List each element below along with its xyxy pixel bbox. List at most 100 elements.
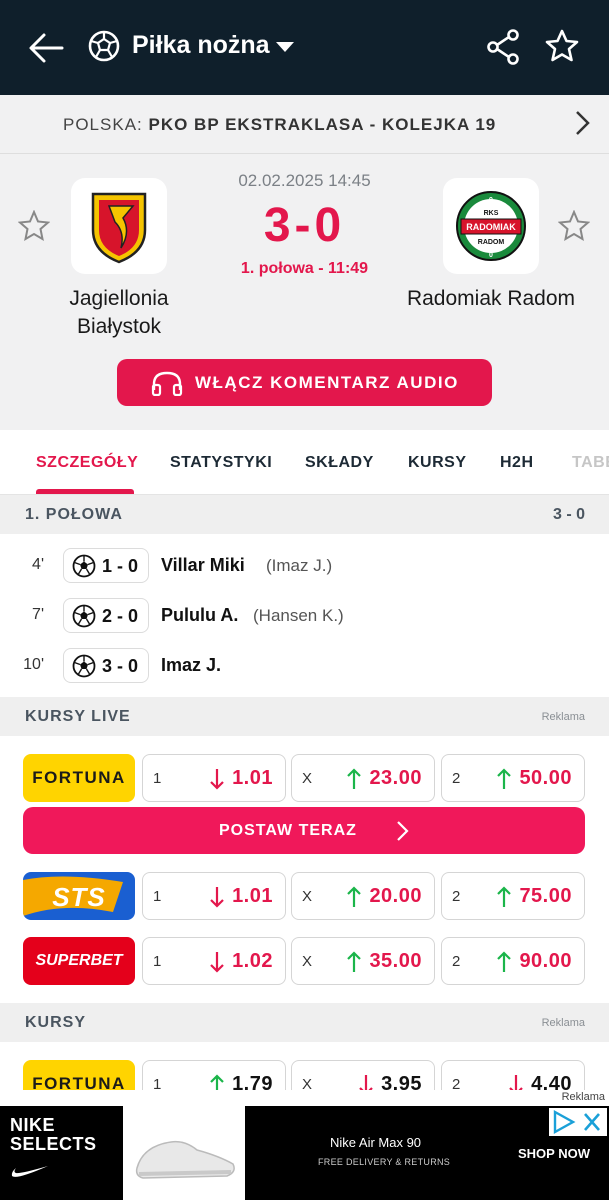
banner-shoe-image	[123, 1106, 245, 1200]
home-team-name-line1: Jagiellonia	[69, 287, 169, 310]
arrow-up-icon	[347, 768, 361, 789]
sport-title[interactable]: Piłka nożna	[132, 31, 270, 60]
ad-choices-icon[interactable]	[549, 1108, 607, 1136]
home-team-name[interactable]: Jagiellonia Białystok	[46, 285, 192, 341]
league-country: POLSKA:	[63, 115, 143, 134]
tab-table[interactable]: TABE	[572, 454, 609, 472]
event-minute: 10'	[23, 656, 44, 673]
odd-value: 20.00	[369, 885, 422, 907]
banner-brand: NIKE SELECTS	[10, 1116, 97, 1154]
sport-dropdown-caret-icon[interactable]	[276, 42, 294, 52]
odds-row-fortuna-prematch: FORTUNA 1 1.79 X 3.95 2 4.40	[0, 1060, 609, 1090]
odd-value: 1.01	[232, 767, 273, 789]
odd-key: 1	[153, 953, 162, 970]
audio-commentary-button[interactable]: WŁĄCZ KOMENTARZ AUDIO	[117, 359, 492, 406]
odd-draw[interactable]: X 3.95	[291, 1060, 435, 1090]
banner-cta[interactable]: SHOP NOW	[518, 1146, 590, 1161]
odd-draw[interactable]: X 20.00	[291, 872, 435, 920]
share-icon[interactable]	[486, 28, 520, 66]
prematch-odds-ad-label: Reklama	[541, 1017, 585, 1029]
odds-row-sts: STS 1 1.01 X 20.00 2 75.00	[0, 872, 609, 920]
favorite-star-icon[interactable]	[544, 28, 580, 64]
odd-away[interactable]: 2 90.00	[441, 937, 585, 985]
tab-lineups[interactable]: SKŁADY	[305, 454, 374, 472]
league-row[interactable]: POLSKA: PKO BP EKSTRAKLASA - KOLEJKA 19	[0, 95, 609, 228]
prematch-odds-clip: FORTUNA 1 1.79 X 3.95 2 4.40	[0, 1060, 609, 1090]
superbet-logo[interactable]: SUPERBET	[23, 937, 135, 985]
odd-home[interactable]: 1 1.79	[142, 1060, 286, 1090]
odd-draw[interactable]: X 23.00	[291, 754, 435, 802]
home-favorite-star-icon[interactable]	[18, 210, 50, 242]
arrow-down-icon	[509, 1075, 523, 1090]
match-datetime: 02.02.2025 14:45	[238, 171, 371, 190]
tab-statistics[interactable]: STATYSTYKI	[170, 454, 272, 472]
goal-event: 7' 2 - 0 Pululu A. (Hansen K.)	[0, 594, 609, 638]
away-team-name[interactable]: Radomiak Radom	[395, 285, 587, 313]
odd-home[interactable]: 1 1.02	[142, 937, 286, 985]
event-player[interactable]: Pululu A.	[161, 605, 238, 626]
odd-away[interactable]: 2 75.00	[441, 872, 585, 920]
home-team-name-line2: Białystok	[76, 315, 162, 338]
away-badge-bottom: RADOM	[478, 239, 505, 246]
match-period: 1. połowa - 11:49	[240, 260, 369, 277]
odd-value: 90.00	[519, 950, 572, 972]
bookie-name: STS	[52, 882, 106, 912]
banner-ad-label: Reklama	[561, 1091, 605, 1103]
goal-event: 10' 3 - 0 Imaz J.	[0, 644, 609, 688]
bookie-name: SUPERBET	[35, 952, 123, 969]
goal-ball-icon	[72, 654, 96, 678]
odd-home[interactable]: 1 1.01	[142, 754, 286, 802]
first-half-label: 1. POŁOWA	[25, 506, 123, 523]
sts-logo[interactable]: STS	[23, 872, 135, 920]
odd-home[interactable]: 1 1.01	[142, 872, 286, 920]
home-team-logo[interactable]	[71, 178, 167, 274]
chevron-right-icon[interactable]	[572, 109, 592, 137]
odd-draw[interactable]: X 35.00	[291, 937, 435, 985]
away-team-logo[interactable]: RADOMIAK RKS RADOM 9 0	[443, 178, 539, 274]
tab-h2h[interactable]: H2H	[500, 454, 534, 472]
odd-key: X	[302, 1076, 313, 1090]
event-player[interactable]: Villar Miki	[161, 555, 245, 576]
odd-away[interactable]: 2 50.00	[441, 754, 585, 802]
event-score: 1 - 0	[102, 556, 139, 576]
tab-odds[interactable]: KURSY	[408, 454, 467, 472]
fortuna-logo[interactable]: FORTUNA	[23, 1060, 135, 1090]
back-arrow-icon[interactable]	[26, 28, 66, 68]
odds-row-superbet: SUPERBET 1 1.02 X 35.00 2 90.00	[0, 937, 609, 985]
jagiellonia-crest-icon	[91, 192, 147, 264]
arrow-up-icon	[210, 1074, 224, 1090]
live-odds-ad-label: Reklama	[541, 711, 585, 723]
match-header: Jagiellonia Białystok 02.02.2025 14:45 3…	[0, 154, 609, 430]
odd-key: X	[302, 953, 313, 970]
away-badge-name: RADOMIAK	[466, 222, 516, 232]
event-minute: 7'	[32, 606, 44, 623]
chevron-right-icon	[397, 821, 409, 841]
live-odds-header: KURSY LIVE Reklama	[0, 697, 609, 736]
bookie-name: FORTUNA	[32, 768, 126, 787]
goal-ball-icon	[72, 604, 96, 628]
event-assist[interactable]: (Imaz J.)	[266, 556, 332, 576]
event-player[interactable]: Imaz J.	[161, 655, 221, 676]
soccer-ball-icon[interactable]	[88, 30, 120, 62]
event-score-pill: 3 - 0	[63, 648, 149, 683]
odd-value: 23.00	[369, 767, 422, 789]
league-competition: PKO BP EKSTRAKLASA - KOLEJKA 19	[148, 115, 497, 134]
sneaker-icon	[135, 1140, 235, 1179]
arrow-up-icon	[497, 886, 511, 907]
event-assist[interactable]: (Hansen K.)	[253, 606, 344, 626]
tab-details[interactable]: SZCZEGÓŁY	[36, 454, 138, 472]
event-score: 2 - 0	[102, 606, 139, 626]
odd-value: 50.00	[519, 767, 572, 789]
event-minute: 4'	[32, 556, 44, 573]
bet-now-button[interactable]: POSTAW TERAZ	[23, 807, 585, 854]
prematch-odds-header: KURSY Reklama	[0, 1003, 609, 1042]
odd-value: 3.95	[381, 1073, 422, 1090]
banner-ad[interactable]: NIKE SELECTS Nike Air Max 90 FREE DELIVE…	[0, 1106, 609, 1200]
fortuna-logo[interactable]: FORTUNA	[23, 754, 135, 802]
banner-product: Nike Air Max 90	[330, 1135, 422, 1150]
odd-away[interactable]: 2 4.40	[441, 1060, 585, 1090]
radomiak-crest-icon: RADOMIAK RKS RADOM 9 0	[456, 191, 526, 261]
nike-swoosh-icon	[11, 1166, 48, 1177]
arrow-down-icon	[210, 769, 224, 790]
away-favorite-star-icon[interactable]	[558, 210, 590, 242]
